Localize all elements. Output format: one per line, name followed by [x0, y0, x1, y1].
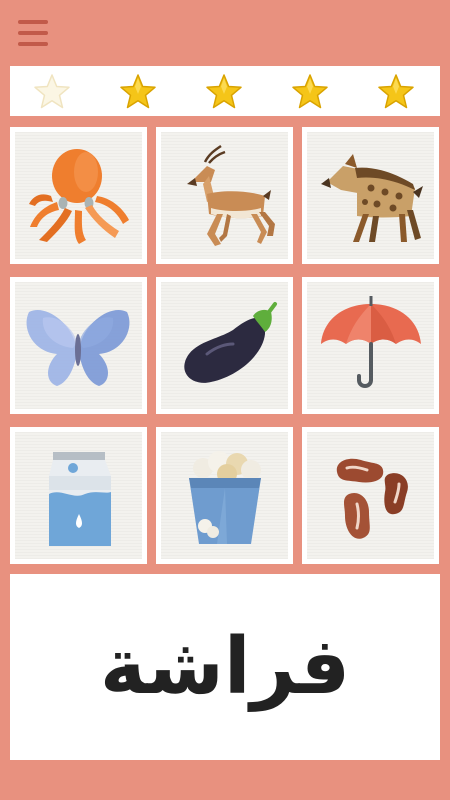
picture-card-hyena[interactable]	[302, 127, 439, 264]
picture-card-octopus[interactable]	[10, 127, 147, 264]
hyena-icon	[321, 154, 423, 242]
picture-card-milk-carton[interactable]	[10, 427, 147, 564]
hamburger-menu-icon[interactable]	[18, 20, 48, 46]
popcorn-icon	[189, 451, 261, 544]
star-icon	[120, 74, 156, 109]
beans-icon	[336, 458, 408, 539]
octopus-icon	[29, 149, 129, 244]
picture-card-umbrella[interactable]	[302, 277, 439, 414]
picture-card-butterfly[interactable]	[10, 277, 147, 414]
picture-card-beans[interactable]	[302, 427, 439, 564]
milk-carton-icon	[49, 452, 111, 546]
star-icon	[206, 74, 242, 109]
stars-bar	[10, 66, 440, 116]
target-word: فراشة	[99, 622, 351, 712]
eggplant-icon	[184, 302, 277, 383]
picture-card-eggplant[interactable]	[156, 277, 293, 414]
picture-card-gazelle[interactable]	[156, 127, 293, 264]
picture-card-popcorn[interactable]	[156, 427, 293, 564]
star-icon	[378, 74, 414, 109]
star-icon	[34, 74, 70, 109]
star-icon	[292, 74, 328, 109]
butterfly-icon	[26, 310, 130, 386]
word-panel: فراشة	[10, 574, 440, 760]
umbrella-icon	[321, 296, 421, 388]
gazelle-icon	[187, 144, 275, 246]
